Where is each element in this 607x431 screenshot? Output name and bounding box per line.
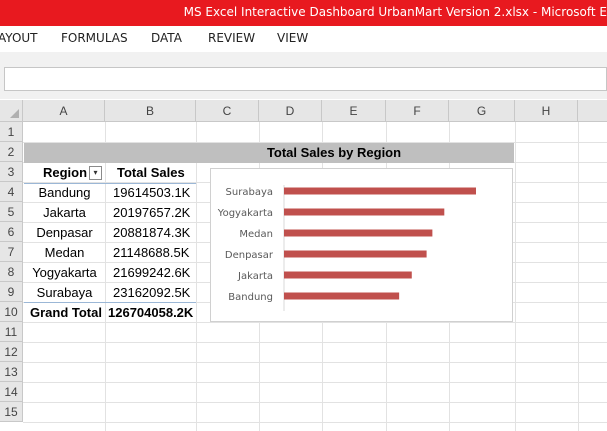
row-header-1[interactable]: 1 [0, 122, 23, 142]
pivot-region-cell[interactable]: Bandung [24, 183, 105, 203]
select-all-icon [10, 109, 19, 118]
pivot-region-cell[interactable]: Denpasar [24, 223, 105, 243]
row-header-3[interactable]: 3 [0, 162, 23, 182]
row-header-11[interactable]: 11 [0, 322, 23, 342]
row-header-13[interactable]: 13 [0, 362, 23, 382]
row-header-14[interactable]: 14 [0, 382, 23, 402]
row-header-4[interactable]: 4 [0, 182, 23, 202]
chart-category-label: Medan [239, 229, 273, 240]
title-bar: MS Excel Interactive Dashboard UrbanMart… [0, 0, 607, 26]
chart-bar[interactable] [284, 250, 427, 258]
chart-bar[interactable] [284, 271, 412, 279]
pivot-header-region[interactable]: Region [43, 163, 87, 183]
pivot-sales-cell[interactable]: 21699242.6K [113, 263, 190, 283]
ribbon-tabs: AYOUT FORMULAS DATA REVIEW VIEW [0, 26, 607, 52]
gridline [23, 422, 607, 423]
column-header-d[interactable]: D [259, 100, 322, 122]
tab-page-layout[interactable]: AYOUT [0, 31, 38, 45]
gridline [23, 342, 607, 343]
chart-bar[interactable] [284, 208, 445, 216]
row-header-12[interactable]: 12 [0, 342, 23, 362]
bar-chart-plot: Surabaya Yogyakarta Medan Denpasar Jakarta Ba… [217, 185, 476, 311]
column-header-e[interactable]: E [322, 100, 386, 122]
gridline [23, 362, 607, 363]
pivot-region-cell[interactable]: Surabaya [24, 283, 105, 303]
column-header-g[interactable]: G [449, 100, 515, 122]
column-header-a[interactable]: A [23, 100, 105, 122]
pivot-sales-cell[interactable]: 20197657.2K [113, 203, 190, 223]
tab-data[interactable]: DATA [151, 31, 182, 45]
chart-category-label: Jakarta [237, 271, 273, 282]
pivot-region-cell[interactable]: Jakarta [24, 203, 105, 223]
gridline [196, 122, 197, 431]
row-header-5[interactable]: 5 [0, 202, 23, 222]
chart-bar[interactable] [284, 292, 400, 300]
tab-formulas[interactable]: FORMULAS [61, 31, 128, 45]
bar-chart[interactable]: Surabaya Yogyakarta Medan Denpasar Jakarta Ba… [210, 168, 513, 322]
column-header-h[interactable]: H [515, 100, 578, 122]
chart-category-label: Denpasar [225, 250, 274, 261]
row-header-7[interactable]: 7 [0, 242, 23, 262]
grand-total-value[interactable]: 126704058.2K [108, 303, 193, 323]
window-title: MS Excel Interactive Dashboard UrbanMart… [183, 5, 607, 19]
tab-view[interactable]: VIEW [277, 31, 308, 45]
row-header-15[interactable]: 15 [0, 402, 23, 422]
pivot-sales-cell[interactable]: 23162092.5K [113, 283, 190, 303]
row-header-10[interactable]: 10 [0, 302, 23, 322]
row-header-8[interactable]: 8 [0, 262, 23, 282]
select-all-button[interactable] [0, 100, 23, 122]
pivot-region-cell[interactable]: Yogyakarta [24, 263, 105, 283]
pivot-sales-cell[interactable]: 20881874.3K [113, 223, 190, 243]
row-header-6[interactable]: 6 [0, 222, 23, 242]
merged-title-cell[interactable]: Total Sales by Region [24, 143, 514, 163]
row-header-9[interactable]: 9 [0, 282, 23, 302]
column-header-f[interactable]: F [386, 100, 449, 122]
sort-filter-icon[interactable]: ▾ [89, 166, 102, 180]
column-header-b[interactable]: B [105, 100, 196, 122]
gridline [23, 402, 607, 403]
chart-category-label: Yogyakarta [217, 208, 273, 219]
pivot-region-cell[interactable]: Medan [24, 243, 105, 263]
pivot-sales-cell[interactable]: 21148688.5K [113, 243, 189, 263]
pivot-header-sales[interactable]: Total Sales [117, 163, 185, 183]
row-header-2[interactable]: 2 [0, 142, 23, 162]
chart-category-label: Bandung [228, 292, 273, 303]
gridline [515, 122, 516, 431]
gridline [105, 122, 106, 431]
formula-input[interactable] [4, 67, 607, 91]
chart-bar[interactable] [284, 187, 476, 195]
tab-review[interactable]: REVIEW [208, 31, 255, 45]
chart-category-label: Surabaya [226, 187, 273, 198]
chart-bar[interactable] [284, 229, 433, 237]
pivot-sales-cell[interactable]: 19614503.1K [113, 183, 190, 203]
column-header-extra[interactable] [578, 100, 607, 122]
grand-total-label[interactable]: Grand Total [30, 303, 102, 323]
gridline [578, 122, 579, 431]
formula-bar-area [0, 52, 607, 99]
worksheet-grid[interactable]: A B C D E F G H 1 2 3 4 5 6 7 8 9 10 11 12 13 14 15 To… [0, 100, 607, 431]
gridline [23, 382, 607, 383]
column-header-c[interactable]: C [196, 100, 259, 122]
